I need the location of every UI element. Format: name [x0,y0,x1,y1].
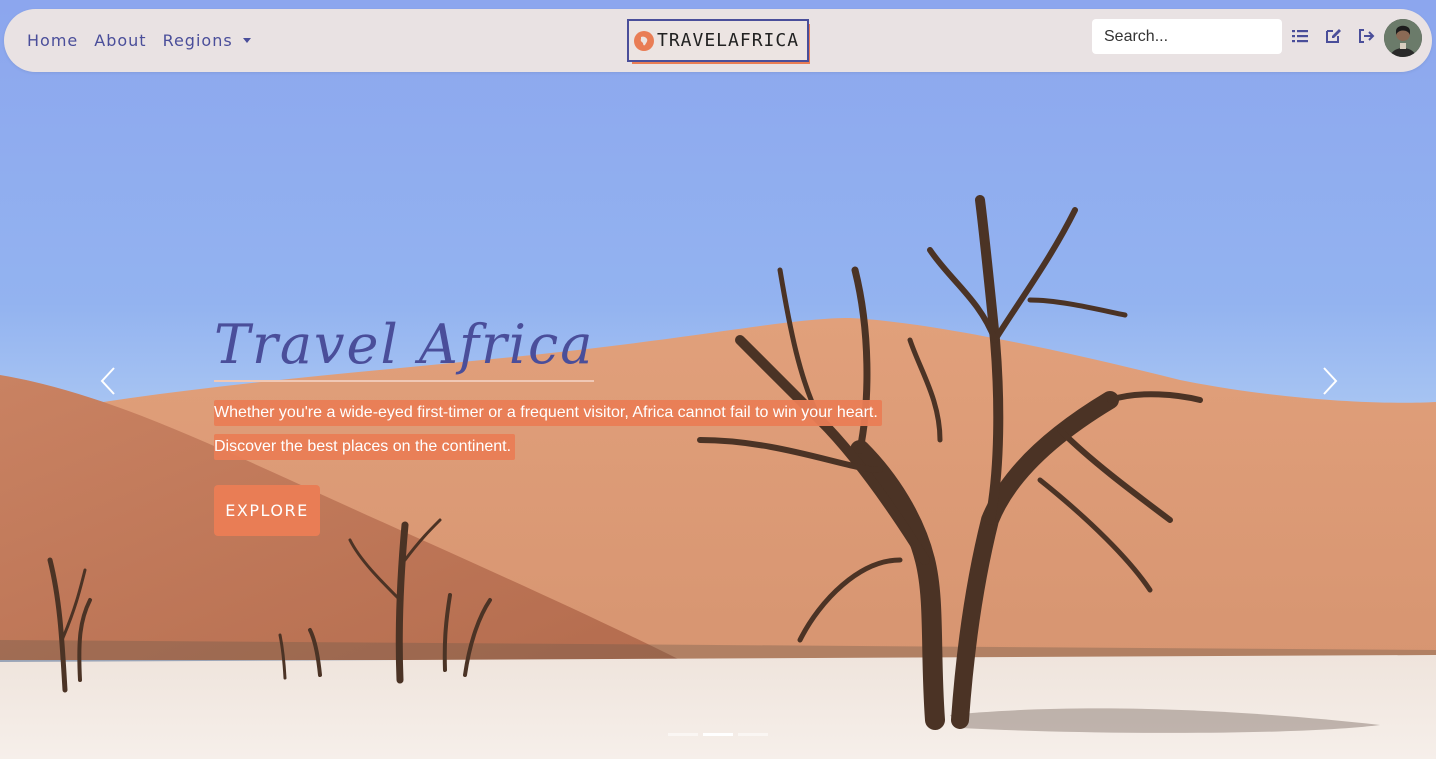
hero-tagline-line2: Discover the best places on the continen… [214,434,516,460]
nav-dropdown-regions[interactable]: Regions [163,31,251,50]
hero-tagline-line1: Whether you're a wide-eyed first-timer o… [214,400,882,426]
nav-link-home[interactable]: Home [27,31,78,50]
carousel-indicator-3[interactable] [738,733,768,736]
nav-link-about[interactable]: About [94,31,146,50]
logout-icon[interactable] [1357,27,1375,45]
carousel-indicator-1[interactable] [668,733,698,736]
carousel-prev-chevron-left-icon[interactable] [98,366,118,396]
search-input[interactable] [1092,19,1282,54]
brand-logo[interactable]: TRAVELAFRICA [627,19,810,64]
carousel-indicator-2[interactable] [703,733,733,736]
africa-globe-icon [634,30,654,51]
brand-logo-box: TRAVELAFRICA [627,19,809,62]
edit-icon[interactable] [1324,27,1342,45]
explore-button[interactable]: EXPLORE [214,485,320,536]
hero-carousel: Travel Africa Whether you're a wide-eyed… [0,0,1436,759]
hero-title: Travel Africa [214,310,595,382]
user-avatar[interactable] [1384,19,1422,57]
brand-name: TRAVELAFRICA [657,30,800,51]
top-navbar: Home About Regions TRAVELAFRICA [4,9,1432,72]
hero-caption: Travel Africa Whether you're a wide-eyed… [214,310,882,536]
nav-links: Home About Regions [27,9,267,72]
caret-down-icon [242,38,251,43]
list-icon[interactable] [1291,27,1309,45]
carousel-next-chevron-right-icon[interactable] [1320,366,1340,396]
nav-dropdown-regions-label: Regions [162,31,233,50]
